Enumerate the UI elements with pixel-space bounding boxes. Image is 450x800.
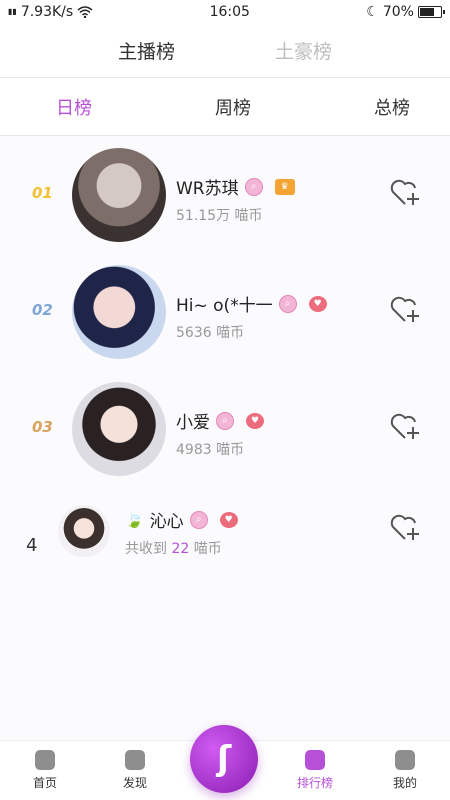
battery-icon bbox=[417, 6, 445, 18]
trophy-icon bbox=[305, 750, 325, 770]
avatar[interactable] bbox=[58, 505, 110, 557]
avatar[interactable] bbox=[72, 148, 166, 242]
home-icon bbox=[35, 750, 55, 770]
list-item[interactable]: 4 🍃 沁心 ⌕ ♥ 共收到 22 喵币 bbox=[0, 493, 450, 573]
period-tabs: 日榜 周榜 总榜 bbox=[0, 78, 450, 136]
tab-daily[interactable]: 日榜 bbox=[56, 94, 92, 120]
user-info: 🍃 沁心 ⌕ ♥ 共收到 22 喵币 bbox=[125, 507, 238, 558]
coins-unit: 喵币 bbox=[193, 541, 222, 557]
user-name: WR苏琪 bbox=[176, 179, 239, 199]
center-logo-button[interactable]: ʃ bbox=[190, 725, 258, 793]
heart-badge-icon: ♥ bbox=[219, 511, 238, 528]
follow-heart-icon[interactable] bbox=[388, 511, 422, 545]
nav-label: 首页 bbox=[32, 776, 57, 790]
nav-label: 我的 bbox=[392, 776, 417, 790]
user-info: WR苏琪 ⌕ ♛ 51.15万 喵币 bbox=[176, 174, 295, 225]
user-icon bbox=[395, 750, 415, 770]
user-name: 小爱 bbox=[176, 413, 210, 433]
logo-icon: ʃ bbox=[216, 739, 232, 779]
discover-icon bbox=[125, 750, 145, 770]
wifi-icon bbox=[77, 6, 93, 18]
nav-profile[interactable]: 我的 bbox=[370, 750, 440, 791]
coin-count: 51.15万 喵币 bbox=[176, 208, 263, 224]
heart-badge-icon: ♥ bbox=[246, 412, 264, 429]
rank-number: 01 bbox=[32, 184, 53, 202]
search-badge-icon: ⌕ bbox=[216, 411, 234, 430]
moon-icon: ☾ bbox=[366, 4, 379, 20]
coins-prefix: 共收到 bbox=[125, 541, 167, 557]
search-badge-icon: ⌕ bbox=[278, 294, 297, 313]
crown-badge-icon: ♛ bbox=[274, 178, 295, 195]
heart-badge-icon: ♥ bbox=[308, 295, 327, 312]
user-info: Hi~ o(*十一 ⌕ ♥ 5636 喵币 bbox=[176, 291, 327, 342]
follow-heart-icon[interactable] bbox=[388, 293, 422, 327]
coin-count: 共收到 22 喵币 bbox=[125, 538, 238, 558]
list-item[interactable]: 01 WR苏琪 ⌕ ♛ 51.15万 喵币 bbox=[0, 136, 450, 253]
user-info: 小爱 ⌕ ♥ 4983 喵币 bbox=[176, 408, 264, 459]
list-item[interactable]: 03 小爱 ⌕ ♥ 4983 喵币 bbox=[0, 370, 450, 487]
follow-heart-icon[interactable] bbox=[388, 410, 422, 444]
status-right: ☾ 70% bbox=[366, 4, 445, 20]
list-item[interactable]: 02 Hi~ o(*十一 ⌕ ♥ 5636 喵币 bbox=[0, 253, 450, 370]
nav-ranking[interactable]: 排行榜 bbox=[280, 750, 350, 791]
avatar[interactable] bbox=[72, 382, 166, 476]
user-name: Hi~ o(*十一 bbox=[176, 296, 273, 316]
nav-label: 发现 bbox=[122, 776, 147, 790]
tab-total[interactable]: 总榜 bbox=[374, 94, 410, 120]
nav-discover[interactable]: 发现 bbox=[100, 750, 170, 791]
search-badge-icon: ⌕ bbox=[189, 510, 208, 529]
network-speed: 7.93K/s bbox=[20, 4, 74, 20]
rank-number: 02 bbox=[32, 301, 53, 319]
top-tabs: 主播榜 土豪榜 bbox=[0, 24, 450, 78]
status-left: ▮▮ 7.93K/s bbox=[8, 4, 93, 20]
tab-anchor-ranking[interactable]: 主播榜 bbox=[118, 37, 175, 64]
search-badge-icon: ⌕ bbox=[244, 177, 263, 196]
rank-number: 03 bbox=[32, 418, 53, 436]
battery-percent: 70% bbox=[382, 4, 414, 20]
signal-icon: ▮▮ bbox=[8, 7, 17, 16]
coins-value: 22 bbox=[171, 541, 190, 557]
status-bar: ▮▮ 7.93K/s 16:05 ☾ 70% bbox=[0, 0, 450, 24]
nav-home[interactable]: 首页 bbox=[10, 750, 80, 791]
user-name: 沁心 bbox=[149, 512, 184, 532]
ranking-list: 01 WR苏琪 ⌕ ♛ 51.15万 喵币 02 Hi~ o(*十一 ⌕ ♥ 5… bbox=[0, 136, 450, 573]
tab-tycoon-ranking[interactable]: 土豪榜 bbox=[275, 37, 332, 64]
leaf-icon: 🍃 bbox=[125, 510, 144, 529]
tab-weekly[interactable]: 周榜 bbox=[215, 94, 251, 120]
rank-number: 4 bbox=[26, 535, 38, 556]
coin-count: 5636 喵币 bbox=[176, 325, 245, 341]
nav-label: 排行榜 bbox=[296, 776, 333, 790]
coin-count: 4983 喵币 bbox=[176, 442, 245, 458]
avatar[interactable] bbox=[72, 265, 166, 359]
follow-heart-icon[interactable] bbox=[388, 176, 422, 210]
clock: 16:05 bbox=[209, 4, 250, 20]
